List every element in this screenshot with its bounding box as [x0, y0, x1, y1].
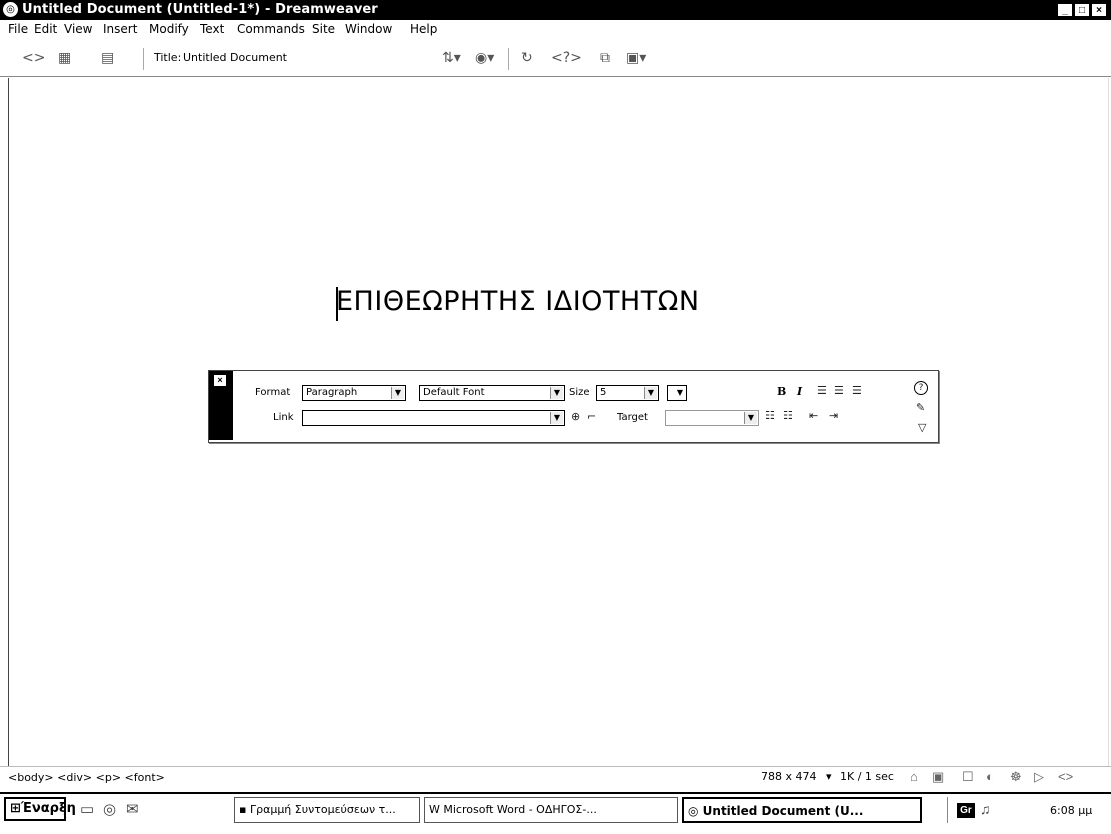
page-title-label: Title: — [154, 51, 182, 64]
reference-icon[interactable]: <?> — [551, 50, 582, 66]
bold-button[interactable]: B — [777, 385, 786, 398]
download-stats: 1K / 1 sec — [840, 770, 894, 783]
assets-icon[interactable]: ▣ — [932, 769, 944, 785]
menu-commands[interactable]: Commands — [237, 22, 305, 36]
html-styles-icon[interactable]: ☐ — [962, 769, 974, 785]
unordered-list-icon[interactable]: ☷ — [765, 409, 775, 422]
help-icon[interactable]: ? — [914, 381, 928, 395]
chevron-down-icon: ▼ — [550, 412, 563, 424]
page-title-input[interactable]: Untitled Document — [183, 51, 287, 64]
format-select[interactable]: Paragraph ▼ — [302, 385, 406, 401]
toolbar-separator — [508, 48, 509, 70]
chevron-down-icon: ▼ — [675, 387, 685, 399]
task-label: Microsoft Word - ΟΔΗΓΟΣ-... — [443, 803, 597, 816]
taskbar-item-word[interactable]: W Microsoft Word - ΟΔΗΓΟΣ-... — [424, 797, 678, 823]
tray-volume-icon[interactable]: ♫ — [980, 801, 991, 817]
document-heading[interactable]: ΕΠΙΘΕΩΡΗΤΗΣ ΙΔΙΟΤΗΤΩΝ — [336, 286, 700, 317]
split-view-icon[interactable]: ▦ — [58, 50, 71, 66]
italic-button[interactable]: I — [797, 385, 802, 398]
toolbar-separator — [143, 48, 144, 70]
browse-folder-icon[interactable]: ⌐ — [587, 410, 596, 423]
format-label: Format — [255, 387, 291, 398]
site-launcher-icon[interactable]: ⌂ — [910, 769, 918, 784]
format-value: Paragraph — [306, 387, 358, 398]
link-input[interactable]: ▼ — [302, 410, 565, 426]
align-center-icon[interactable]: ☰ — [834, 384, 844, 397]
code-navigation-icon[interactable]: ⧉ — [600, 50, 610, 66]
tag-selector[interactable]: <body> <div> <p> <font> — [8, 771, 165, 784]
behaviors-icon[interactable]: ☸ — [1010, 769, 1022, 785]
expand-arrow-icon[interactable]: ▽ — [918, 421, 926, 434]
chevron-down-icon: ▼ — [391, 387, 404, 399]
align-right-icon[interactable]: ☰ — [852, 384, 862, 397]
taskbar-item-dreamweaver[interactable]: ◎ Untitled Document (U... — [682, 797, 922, 823]
property-inspector: × Format Paragraph ▼ Default Font ▼ Size… — [208, 370, 939, 443]
menu-site[interactable]: Site — [312, 22, 335, 36]
design-view-icon[interactable]: ▤ — [101, 50, 114, 66]
inspector-close-icon[interactable]: × — [214, 375, 226, 386]
history-icon[interactable]: ▷ — [1034, 769, 1044, 785]
chevron-down-icon: ▼ — [644, 387, 657, 399]
menu-text[interactable]: Text — [200, 22, 224, 36]
window-title: Untitled Document (Untitled-1*) - Dreamw… — [22, 2, 378, 17]
inspector-grip[interactable]: × — [209, 371, 233, 440]
close-button[interactable]: × — [1091, 3, 1107, 17]
ordered-list-icon[interactable]: ☷ — [783, 409, 793, 422]
code-inspector-icon[interactable]: <> — [1058, 769, 1073, 784]
window-size-menu[interactable]: 788 x 474 — [761, 770, 817, 783]
taskbar-item-shortcut-bar[interactable]: ▪ Γραμμή Συντομεύσεων τ... — [234, 797, 420, 823]
point-to-file-icon[interactable]: ⊕ — [571, 410, 580, 423]
task-icon: ▪ — [239, 803, 250, 816]
align-left-icon[interactable]: ☰ — [817, 384, 827, 397]
start-label: Έναρξη — [20, 801, 76, 816]
menu-view[interactable]: View — [64, 22, 92, 36]
menu-edit[interactable]: Edit — [34, 22, 57, 36]
font-value: Default Font — [423, 387, 485, 398]
view-options-icon[interactable]: ▣▾ — [626, 50, 646, 66]
indent-icon[interactable]: ⇥ — [829, 409, 838, 422]
target-select[interactable]: ▼ — [665, 410, 759, 426]
dreamweaver-app-icon[interactable]: ◎ — [3, 2, 18, 17]
window-size-dropdown-icon[interactable]: ▾ — [826, 770, 832, 783]
title-bar: ◎ Untitled Document (Untitled-1*) - Drea… — [0, 0, 1111, 20]
size-select[interactable]: 5 ▼ — [596, 385, 659, 401]
language-indicator[interactable]: Gr — [957, 803, 975, 818]
file-management-icon[interactable]: ⇅▾ — [442, 50, 461, 66]
status-bar — [0, 766, 1111, 791]
refresh-icon[interactable]: ↻ — [521, 50, 533, 66]
menu-modify[interactable]: Modify — [149, 22, 189, 36]
menu-help[interactable]: Help — [410, 22, 437, 36]
start-button[interactable]: ⊞Έναρξη — [4, 797, 76, 821]
internet-explorer-icon[interactable]: ◎ — [103, 800, 116, 818]
show-desktop-icon[interactable]: ▭ — [80, 800, 94, 818]
task-label: Γραμμή Συντομεύσεων τ... — [249, 803, 396, 816]
menu-insert[interactable]: Insert — [103, 22, 137, 36]
menu-file[interactable]: File — [8, 22, 28, 36]
maximize-button[interactable]: □ — [1074, 3, 1090, 17]
size-label: Size — [569, 387, 590, 398]
chevron-down-icon: ▼ — [744, 412, 757, 424]
code-view-icon[interactable]: <> — [22, 50, 45, 66]
css-styles-icon[interactable]: ◐ — [986, 769, 994, 784]
dreamweaver-icon: ◎ — [688, 804, 703, 818]
windows-logo-icon: ⊞ — [10, 801, 21, 816]
outdent-icon[interactable]: ⇤ — [809, 409, 818, 422]
system-clock[interactable]: 6:08 μμ — [1050, 804, 1092, 817]
word-icon: W — [429, 803, 444, 816]
menu-window[interactable]: Window — [345, 22, 392, 36]
link-label: Link — [273, 412, 294, 423]
minimize-button[interactable]: _ — [1057, 3, 1073, 17]
font-select[interactable]: Default Font ▼ — [419, 385, 565, 401]
outlook-express-icon[interactable]: ✉ — [126, 800, 139, 818]
quick-tag-editor-icon[interactable]: ✎ — [916, 401, 925, 414]
text-color-swatch[interactable]: ▼ — [667, 385, 687, 401]
target-label: Target — [617, 412, 648, 423]
chevron-down-icon: ▼ — [550, 387, 563, 399]
size-value: 5 — [600, 387, 607, 398]
task-label: Untitled Document (U... — [702, 804, 864, 818]
preview-browser-icon[interactable]: ◉▾ — [475, 50, 494, 66]
